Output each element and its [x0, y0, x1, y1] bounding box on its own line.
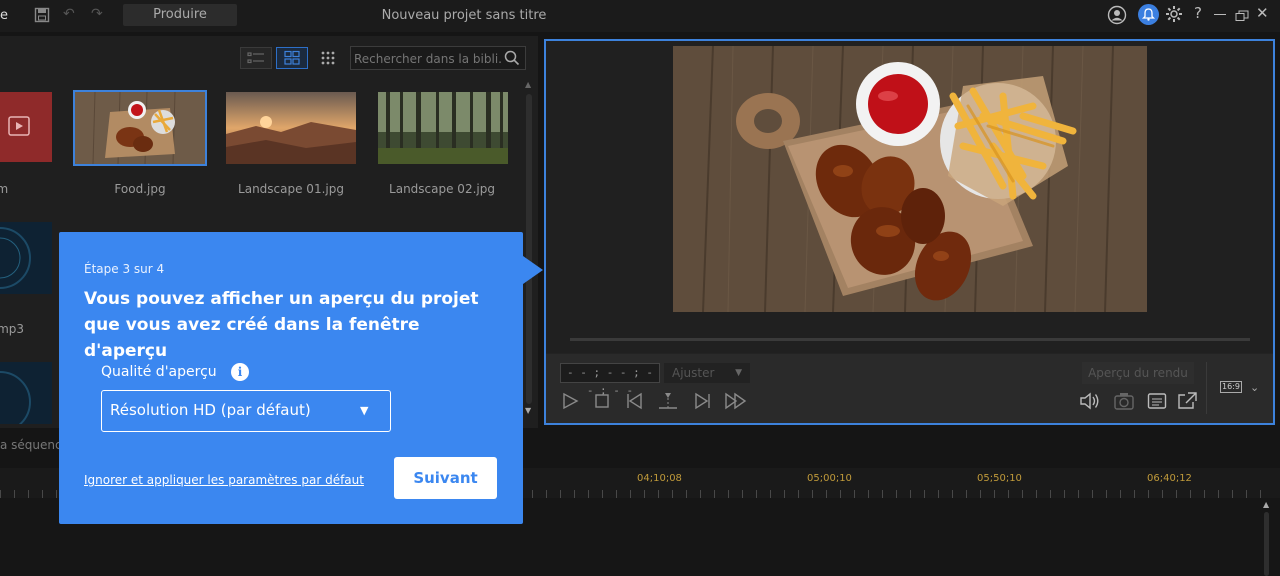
scroll-down-icon[interactable]: ▼ [525, 406, 531, 415]
minimize-icon[interactable] [1214, 14, 1226, 15]
food-preview-image [673, 46, 1147, 312]
food-thumbnail[interactable] [73, 90, 207, 166]
next-frame-icon[interactable] [692, 392, 712, 414]
undock-preview-icon[interactable] [1176, 391, 1198, 415]
fit-dropdown[interactable]: Ajuster ▼ [664, 363, 750, 383]
skip-apply-defaults-link[interactable]: Ignorer et appliquer les paramètres par … [84, 473, 364, 487]
aspect-ratio-chevron-icon[interactable]: ⌄ [1250, 381, 1259, 394]
landscape-02-thumbnail[interactable] [378, 92, 508, 164]
list-view-button[interactable] [240, 47, 272, 69]
audio-item-thumbnail-2[interactable] [0, 362, 52, 433]
item-label-landscape-02: Landscape 02.jpg [389, 182, 495, 196]
preview-quality-value: Résolution HD (par défaut) [110, 401, 311, 419]
tooltip-pointer [523, 256, 543, 284]
split-icon[interactable] [657, 391, 679, 415]
step-counter: Étape 3 sur 4 [84, 262, 165, 276]
preview-image [673, 46, 1147, 312]
ruler-timecode: 04;10;08 [637, 473, 682, 484]
search-icon[interactable] [504, 50, 520, 66]
timecode-field[interactable]: - - ; - - ; - - ; - - [560, 363, 660, 397]
help-icon[interactable]: ? [1194, 4, 1202, 22]
landscape-01-image [226, 92, 356, 164]
fast-forward-icon[interactable] [724, 392, 748, 414]
info-icon[interactable]: i [231, 363, 249, 381]
play-icon[interactable] [561, 392, 579, 414]
stop-icon[interactable] [594, 393, 610, 413]
premium-item-thumbnail[interactable] [0, 92, 52, 162]
landscape-02-image [378, 92, 508, 164]
render-preview-button[interactable]: Aperçu du rendu [1082, 362, 1194, 384]
notification-icon[interactable] [1138, 4, 1159, 25]
caret-down-icon: ▼ [360, 404, 369, 417]
next-button[interactable]: Suivant [394, 457, 497, 499]
item-label-landscape-01: Landscape 01.jpg [238, 182, 344, 196]
settings-gear-icon[interactable] [1164, 4, 1184, 28]
timeline-scrollbar[interactable]: ▲ [1262, 500, 1272, 576]
ruler-timecode: 06;40;12 [1147, 473, 1192, 484]
audio-item-thumbnail[interactable] [0, 222, 52, 294]
music-icon [0, 227, 31, 289]
library-search-box[interactable] [350, 46, 526, 70]
restore-icon[interactable] [1235, 7, 1249, 26]
timeline-scroll-thumb[interactable] [1264, 512, 1269, 576]
grid-view-button[interactable] [276, 47, 308, 69]
chevron-down-icon: ▼ [735, 368, 742, 378]
library-scroll-thumb[interactable] [526, 94, 532, 404]
music-icon [0, 371, 31, 433]
previous-frame-icon[interactable] [625, 392, 645, 414]
landscape-01-thumbnail[interactable] [226, 92, 356, 164]
snapshot-camera-icon[interactable] [1113, 391, 1135, 415]
preview-quality-label: Qualité d'aperçu [101, 364, 217, 380]
video-icon [8, 116, 30, 136]
preview-seek-bar[interactable] [570, 338, 1250, 341]
item-label-premium: mium [0, 182, 9, 196]
volume-icon[interactable] [1079, 391, 1101, 415]
account-icon[interactable] [1107, 5, 1127, 29]
project-title: Nouveau projet sans titre [381, 8, 547, 23]
fit-label: Ajuster [672, 366, 715, 380]
scroll-up-icon[interactable]: ▲ [525, 80, 531, 89]
aspect-ratio-button[interactable]: 16:9 [1220, 381, 1242, 393]
item-label-food: Food.jpg [114, 182, 166, 196]
controls-divider [1206, 362, 1207, 414]
library-search-input[interactable] [354, 50, 502, 68]
ruler-timecode: 05;50;10 [977, 473, 1022, 484]
food-image [75, 91, 205, 165]
scroll-up-icon[interactable]: ▲ [1263, 500, 1269, 509]
subtitles-icon[interactable] [1147, 392, 1167, 414]
thumbnail-size-icon[interactable] [320, 50, 336, 70]
close-icon[interactable]: ✕ [1256, 4, 1269, 22]
ruler-timecode: 05;00;10 [807, 473, 852, 484]
tooltip-heading: Vous pouvez afficher un aperçu du projet… [84, 289, 479, 361]
